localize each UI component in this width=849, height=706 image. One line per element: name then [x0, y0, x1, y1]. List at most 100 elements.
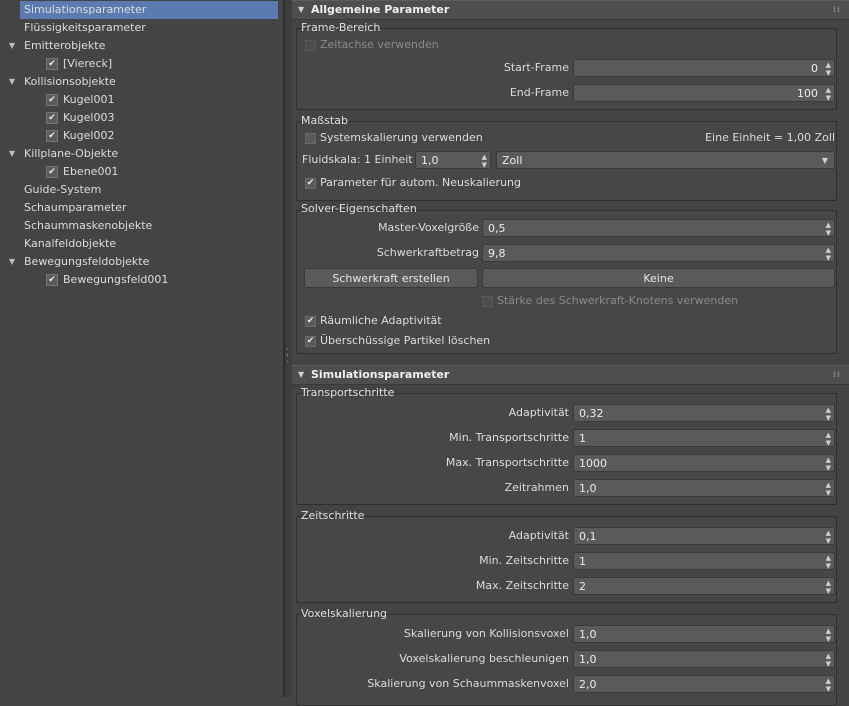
spinner-value: 0,1 [579, 530, 597, 543]
expand-triangle-icon[interactable]: ▼ [7, 149, 17, 158]
transport-adaptivity-spinner[interactable]: 0,32 ▲ ▼ [573, 404, 835, 422]
spinner-arrows-icon[interactable]: ▲ ▼ [826, 651, 831, 668]
checkbox-icon[interactable]: ✔ [46, 58, 58, 70]
spinner-arrows-icon[interactable]: ▲ ▼ [826, 245, 831, 262]
checkbox-icon[interactable]: ✔ [46, 274, 58, 286]
tree-item-bewegungsfeldobjekte[interactable]: Bewegungsfeldobjekte [24, 253, 149, 271]
spinner-arrows-icon[interactable]: ▲ ▼ [826, 405, 831, 422]
tree-item-killplane-objekte[interactable]: Killplane-Objekte [24, 145, 118, 163]
tree-item-schaumparameter[interactable]: Schaumparameter [24, 199, 127, 217]
spinner-value: 1,0 [421, 154, 439, 167]
time-adaptivity-label: Adaptivität [508, 529, 569, 542]
drag-handle-icon: ⁞⁞ [832, 370, 841, 379]
tree-item-label: Ebene001 [63, 165, 119, 178]
spinner-arrows-icon[interactable]: ▲ ▼ [826, 455, 831, 472]
timeframe-label: Zeitrahmen [504, 481, 569, 494]
spinner-arrows-icon[interactable]: ▲ ▼ [826, 528, 831, 545]
spinner-arrows-icon[interactable]: ▲ ▼ [826, 85, 831, 102]
voxel-size-spinner[interactable]: 0,5 ▲ ▼ [482, 219, 835, 237]
create-gravity-button[interactable]: Schwerkraft erstellen [304, 268, 478, 288]
accelerate-voxel-label: Voxelskalierung beschleunigen [399, 652, 569, 665]
fluidskala-label: Fluidskala: 1 Einheit = [302, 153, 426, 166]
tree-item-viereck[interactable]: ✔ [Viereck] [46, 55, 112, 73]
rollout-title: Allgemeine Parameter [311, 3, 450, 16]
foam-mask-voxel-spinner[interactable]: 2,0 ▲ ▼ [573, 675, 835, 693]
timeframe-spinner[interactable]: 1,0 ▲ ▼ [573, 479, 835, 497]
spinner-value: 1,0 [579, 628, 597, 641]
rollout-header-allgemeine-parameter[interactable]: ▼ Allgemeine Parameter ⁞⁞ [292, 0, 849, 20]
checkbox-icon[interactable]: ✔ [46, 112, 58, 124]
auto-rescale-checkbox[interactable]: ✔ Parameter für autom. Neuskalierung [305, 174, 521, 192]
tree-item-kugel001[interactable]: ✔ Kugel001 [46, 91, 114, 109]
max-transport-spinner[interactable]: 1000 ▲ ▼ [573, 454, 835, 472]
unit-dropdown[interactable]: Zoll ▼ [496, 151, 835, 169]
spinner-arrows-icon[interactable]: ▲ ▼ [826, 553, 831, 570]
tree-item-ebene001[interactable]: ✔ Ebene001 [46, 163, 118, 181]
tree-item-kollisionsobjekte[interactable]: Kollisionsobjekte [24, 73, 116, 91]
checkbox-icon[interactable] [305, 39, 316, 51]
spinner-arrows-icon[interactable]: ▲ ▼ [826, 676, 831, 693]
spinner-arrows-icon[interactable]: ▲ ▼ [826, 60, 831, 77]
checkbox-icon[interactable]: ✔ [305, 315, 316, 327]
spinner-arrows-icon[interactable]: ▲ ▼ [826, 480, 831, 497]
checkbox-icon[interactable] [482, 295, 493, 307]
dropdown-value: Zoll [502, 154, 523, 167]
spinner-arrows-icon[interactable]: ▲ ▼ [826, 578, 831, 595]
gravity-node-pick-button[interactable]: Keine [482, 268, 835, 288]
foam-mask-voxel-label: Skalierung von Schaummaskenvoxel [367, 677, 569, 690]
tree-item-label: Killplane-Objekte [24, 147, 119, 160]
max-timesteps-spinner[interactable]: 2 ▲ ▼ [573, 577, 835, 595]
min-transport-spinner[interactable]: 1 ▲ ▼ [573, 429, 835, 447]
spatial-adaptivity-checkbox[interactable]: ✔ Räumliche Adaptivität [305, 312, 442, 330]
group-title: Maßstab [301, 114, 348, 127]
end-frame-spinner[interactable]: 100 ▲ ▼ [573, 84, 835, 102]
fluidskala-spinner[interactable]: 1,0 ▲ ▼ [415, 151, 491, 169]
spinner-arrows-icon[interactable]: ▲ ▼ [482, 152, 487, 169]
spinner-arrows-icon[interactable]: ▲ ▼ [826, 220, 831, 237]
tree-item-kugel002[interactable]: ✔ Kugel002 [46, 127, 114, 145]
start-frame-spinner[interactable]: 0 ▲ ▼ [573, 59, 835, 77]
expand-triangle-icon[interactable]: ▼ [7, 41, 17, 50]
tree-item-bewegungsfeld001[interactable]: ✔ Bewegungsfeld001 [46, 271, 168, 289]
checkbox-icon[interactable]: ✔ [46, 166, 58, 178]
checkbox-label: Parameter für autom. Neuskalierung [320, 176, 521, 189]
gravity-spinner[interactable]: 9,8 ▲ ▼ [482, 244, 835, 262]
collision-voxel-spinner[interactable]: 1,0 ▲ ▼ [573, 625, 835, 643]
tree-item-label: Bewegungsfeldobjekte [24, 255, 150, 268]
checkbox-label: Zeitachse verwenden [320, 38, 439, 51]
tree-item-simulationsparameter[interactable]: Simulationsparameter [20, 1, 278, 19]
expand-triangle-icon[interactable]: ▼ [7, 77, 17, 86]
collapse-arrow-icon: ▼ [298, 5, 305, 14]
tree-item-schaummaskenobjekte[interactable]: Schaummaskenobjekte [24, 217, 152, 235]
spinner-arrows-icon[interactable]: ▲ ▼ [826, 626, 831, 643]
parameter-panel: ▼ Allgemeine Parameter ⁞⁞ Frame-Bereich … [292, 0, 849, 706]
tree-item-kanalfeldobjekte[interactable]: Kanalfeldobjekte [24, 235, 116, 253]
spinner-value: 100 [797, 87, 818, 100]
spinner-value: 1,0 [579, 482, 597, 495]
checkbox-icon[interactable]: ✔ [305, 177, 316, 189]
checkbox-icon[interactable]: ✔ [46, 94, 58, 106]
voxel-size-label: Master-Voxelgröße [378, 221, 479, 234]
spinner-value: 1000 [579, 457, 607, 470]
tree-item-emitterobjekte[interactable]: Emitterobjekte [24, 37, 105, 55]
end-frame-label: End-Frame [509, 86, 569, 99]
tree-item-fluessigkeitsparameter[interactable]: Flüssigkeitsparameter [24, 19, 146, 37]
checkbox-icon[interactable] [305, 132, 316, 144]
zeitachse-checkbox[interactable]: Zeitachse verwenden [305, 36, 439, 54]
accelerate-voxel-spinner[interactable]: 1,0 ▲ ▼ [573, 650, 835, 668]
expand-triangle-icon[interactable]: ▼ [7, 257, 17, 266]
tree-item-guide-system[interactable]: Guide-System [24, 181, 101, 199]
delete-excess-checkbox[interactable]: ✔ Überschüssige Partikel löschen [305, 332, 490, 350]
tree-item-kugel003[interactable]: ✔ Kugel003 [46, 109, 114, 127]
group-title: Frame-Bereich [301, 21, 381, 34]
systemskalierung-checkbox[interactable]: Systemskalierung verwenden [305, 129, 483, 147]
gravity-node-strength-checkbox[interactable]: Stärke des Schwerkraft-Knotens verwenden [482, 292, 738, 310]
checkbox-icon[interactable]: ✔ [305, 335, 316, 347]
time-adaptivity-spinner[interactable]: 0,1 ▲ ▼ [573, 527, 835, 545]
rollout-header-simulationsparameter[interactable]: ▼ Simulationsparameter ⁞⁞ [292, 365, 849, 385]
transport-adaptivity-label: Adaptivität [508, 406, 569, 419]
spinner-arrows-icon[interactable]: ▲ ▼ [826, 430, 831, 447]
collapse-arrow-icon: ▼ [298, 370, 305, 379]
min-timesteps-spinner[interactable]: 1 ▲ ▼ [573, 552, 835, 570]
checkbox-icon[interactable]: ✔ [46, 130, 58, 142]
